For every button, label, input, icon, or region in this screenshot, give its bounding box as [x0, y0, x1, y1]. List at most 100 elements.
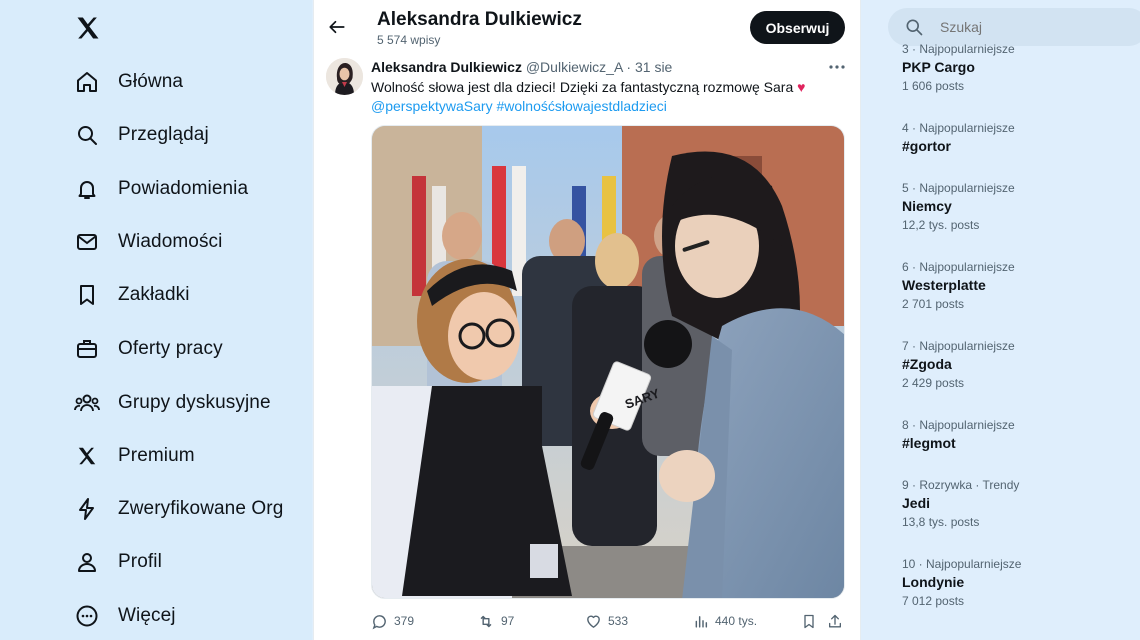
more-circle-icon [72, 601, 102, 631]
lightning-icon [72, 494, 102, 524]
x-logo-icon[interactable] [74, 14, 104, 44]
share-button[interactable] [827, 610, 849, 632]
trend-meta: 5 · Najpopularniejsze [902, 181, 1015, 195]
nav-item-verified-orgs[interactable]: Zweryfikowane Org [72, 489, 302, 529]
tweet-text: Wolność słowa jest dla dzieci! Dzięki za… [371, 78, 831, 116]
avatar[interactable] [326, 58, 363, 95]
views-count: 440 tys. [715, 614, 758, 628]
trend-item[interactable]: 9 · Rozrywka · Trendy Jedi 13,8 tys. pos… [902, 478, 1132, 529]
trend-name: #Zgoda [902, 356, 952, 372]
nav-item-explore[interactable]: Przeglądaj [72, 115, 302, 155]
trend-name: #legmot [902, 435, 956, 451]
mention-link[interactable]: @perspektywaSary [371, 98, 493, 114]
trend-count: 2 701 posts [902, 297, 965, 311]
tweet-photo[interactable]: SARY [371, 125, 845, 599]
nav-item-bookmarks[interactable]: Zakładki [72, 275, 302, 315]
repost-count: 97 [501, 614, 515, 628]
nav-label: Wiadomości [118, 231, 223, 252]
trend-item[interactable]: 7 · Najpopularniejsze #Zgoda 2 429 posts [902, 339, 1132, 390]
trend-count: 7 012 posts [902, 594, 965, 608]
trend-count: 2 429 posts [902, 376, 965, 390]
nav-label: Powiadomienia [118, 178, 249, 199]
like-count: 533 [608, 614, 629, 628]
views-chart-icon [695, 615, 708, 628]
trend-meta: 9 · Rozrywka · Trendy [902, 478, 1020, 492]
page-title: Aleksandra Dulkiewicz [377, 9, 582, 30]
nav-item-jobs[interactable]: Oferty pracy [72, 329, 302, 369]
trend-meta: 6 · Najpopularniejsze [902, 260, 1015, 274]
follow-button[interactable]: Obserwuj [750, 11, 845, 44]
search-icon [72, 120, 102, 150]
envelope-icon [72, 227, 102, 257]
home-icon [72, 67, 102, 97]
heart-emoji-icon: ♥ [797, 79, 806, 95]
nav-item-profile[interactable]: Profil [72, 542, 302, 582]
bookmark-icon [72, 280, 102, 310]
nav-label: Przeglądaj [118, 124, 209, 145]
trend-name: PKP Cargo [902, 59, 975, 75]
bookmark-icon [804, 614, 814, 628]
nav-label: Grupy dyskusyjne [118, 392, 271, 413]
search-bar[interactable] [888, 8, 1140, 46]
trend-item[interactable]: 8 · Najpopularniejsze #legmot [902, 418, 1132, 451]
main-column: Aleksandra Dulkiewicz 5 574 wpisy Obserw… [313, 0, 861, 640]
bookmark-button[interactable] [801, 610, 823, 632]
more-options-icon[interactable] [827, 60, 847, 74]
nav-label: Zweryfikowane Org [118, 498, 284, 519]
trend-item[interactable]: 10 · Najpopularniejsze Londynie 7 012 po… [902, 557, 1132, 608]
trend-item[interactable]: 6 · Najpopularniejsze Westerplatte 2 701… [902, 260, 1132, 311]
trend-name: #gortor [902, 138, 951, 154]
like-button[interactable]: 533 [585, 610, 628, 632]
tweet-body: Wolność słowa jest dla dzieci! Dzięki za… [371, 79, 794, 95]
views-button[interactable]: 440 tys. [693, 610, 757, 632]
nav-item-notifications[interactable]: Powiadomienia [72, 169, 302, 209]
trend-count: 1 606 posts [902, 79, 965, 93]
nav-label: Więcej [118, 605, 176, 626]
bell-icon [72, 174, 102, 204]
share-icon [829, 614, 841, 627]
trend-name: Niemcy [902, 198, 952, 214]
tweet-header: Aleksandra Dulkiewicz @Dulkiewicz_A · 31… [371, 59, 672, 75]
right-sidebar: 3 · Najpopularniejsze PKP Cargo 1 606 po… [862, 0, 1140, 640]
trend-meta: 8 · Najpopularniejsze [902, 418, 1015, 432]
separator-dot: · [626, 59, 632, 75]
trend-item[interactable]: 4 · Najpopularniejsze #gortor [902, 121, 1132, 154]
back-arrow-icon[interactable] [324, 14, 350, 40]
nav-label: Profil [118, 551, 162, 572]
repost-button[interactable]: 97 [477, 610, 514, 632]
reply-button[interactable]: 379 [371, 610, 414, 632]
tweet-author-handle[interactable]: @Dulkiewicz_A [526, 59, 623, 75]
people-icon [72, 388, 102, 418]
posts-count: 5 574 wpisy [377, 33, 441, 47]
tweet-actions: 379 97 533 440 tys. [371, 610, 845, 632]
trend-name: Westerplatte [902, 277, 986, 293]
nav-label: Oferty pracy [118, 338, 223, 359]
trend-meta: 7 · Najpopularniejsze [902, 339, 1015, 353]
tweet-date[interactable]: 31 sie [635, 59, 672, 75]
nav-item-messages[interactable]: Wiadomości [72, 222, 302, 262]
nav-label: Premium [118, 445, 195, 466]
person-icon [72, 547, 102, 577]
trend-meta: 10 · Najpopularniejsze [902, 557, 1022, 571]
reply-icon [372, 614, 386, 629]
nav-item-premium[interactable]: Premium [72, 436, 302, 476]
profile-header: Aleksandra Dulkiewicz 5 574 wpisy Obserw… [314, 0, 860, 54]
reply-count: 379 [394, 614, 415, 628]
briefcase-icon [72, 334, 102, 364]
nav-label: Główna [118, 71, 184, 92]
trend-meta: 4 · Najpopularniejsze [902, 121, 1015, 135]
repost-icon [480, 615, 492, 627]
trend-count: 13,8 tys. posts [902, 515, 980, 529]
search-input[interactable] [940, 19, 1120, 35]
search-icon [906, 19, 923, 36]
trend-item[interactable]: 3 · Najpopularniejsze PKP Cargo 1 606 po… [902, 42, 1132, 93]
nav-item-more[interactable]: Więcej [72, 596, 302, 636]
tweet-author-name[interactable]: Aleksandra Dulkiewicz [371, 59, 522, 75]
trend-name: Jedi [902, 495, 931, 511]
trend-meta: 3 · Najpopularniejsze [902, 42, 1015, 56]
hashtag-link[interactable]: #wolnośćsłowajestdladzieci [496, 98, 666, 114]
nav-item-home[interactable]: Główna [72, 62, 302, 102]
trend-count: 12,2 tys. posts [902, 218, 980, 232]
nav-item-communities[interactable]: Grupy dyskusyjne [72, 383, 302, 423]
trend-item[interactable]: 5 · Najpopularniejsze Niemcy 12,2 tys. p… [902, 181, 1132, 232]
